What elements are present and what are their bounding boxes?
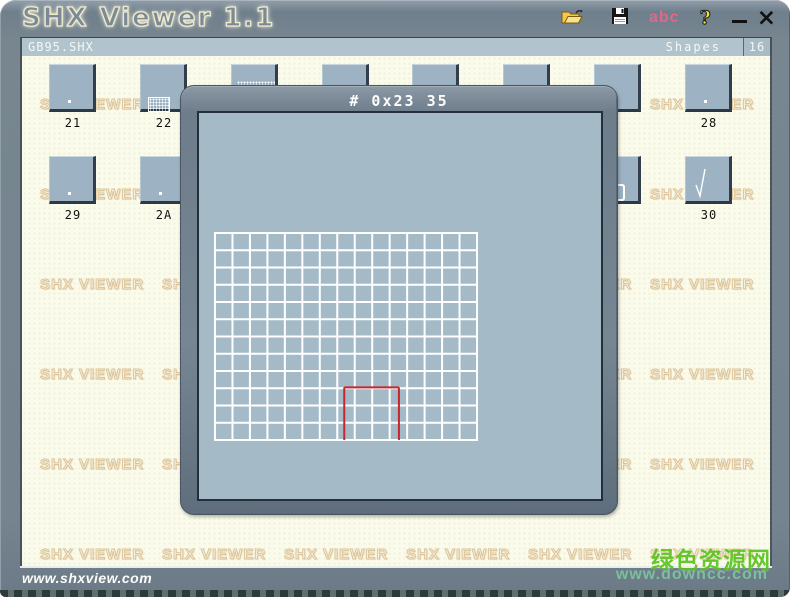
shape-glyph-dot [68,192,71,195]
background-watermark: SHX VIEWER [650,456,754,473]
shape-glyph-dot [159,192,162,195]
shape-code-label: 28 [685,116,733,130]
shape-thumbnail-box[interactable] [49,64,96,112]
info-bar: GB95.SHX Shapes 16 [20,37,772,56]
open-folder-icon [561,7,585,30]
help-button[interactable]: ? [700,7,711,29]
abc-label: abc [649,9,680,27]
minimize-button[interactable] [731,7,749,29]
shape-thumbnail-box[interactable] [49,156,96,204]
shape-code-label: 30 [685,208,733,222]
title-bar: SHX Viewer 1.1 [0,0,790,36]
question-mark-icon: ? [700,7,711,29]
save-floppy-icon [611,7,629,30]
background-watermark: SHX VIEWER [650,276,754,293]
shape-glyph-dot [68,100,71,103]
shape-code-label: 21 [49,116,97,130]
status-bar-url: www.shxview.com [22,570,152,586]
shape-view-dialog: # 0x23 35 [180,85,618,515]
save-button[interactable] [611,7,629,30]
background-watermark: SHX VIEWER [40,456,144,473]
shape-thumbnail[interactable]: 29 [49,156,97,222]
background-watermark: SHX VIEWER [406,546,510,563]
loaded-file-name: GB95.SHX [22,40,94,54]
close-button[interactable]: × [757,7,776,29]
shape-glyph-dots [148,97,170,112]
background-watermark: SHX VIEWER [528,546,632,563]
open-file-button[interactable] [561,7,585,30]
close-icon: × [757,7,776,29]
shape-view-dialog-title: # 0x23 35 [181,92,617,110]
background-watermark: SHX VIEWER [40,366,144,383]
shape-thumbnail[interactable]: 30 [685,156,733,222]
background-watermark: SHX VIEWER [40,276,144,293]
shape-thumbnail[interactable]: 28 [685,64,733,130]
background-watermark: SHX VIEWER [162,546,266,563]
shape-view-canvas [197,111,603,501]
minimize-icon [732,20,747,23]
background-watermark: SHX VIEWER [284,546,388,563]
shape-grid [214,232,478,441]
background-watermark: SHX VIEWER [650,366,754,383]
background-watermark: SHX VIEWER [40,546,144,563]
shape-glyph-strokes [686,157,730,201]
shapes-label: Shapes [666,40,721,54]
shape-thumbnail-box[interactable] [685,64,732,112]
app-title: SHX Viewer 1.1 [22,3,275,33]
shape-glyph-dot [704,100,707,103]
shapes-count: 16 [743,38,770,56]
shape-thumbnail-box[interactable] [685,156,732,204]
toolbar: abc ? × [561,0,776,36]
shape-thumbnail[interactable]: 21 [49,64,97,130]
site-watermark-url: www.downcc.com [616,566,768,584]
shape-code-label: 29 [49,208,97,222]
text-preview-button[interactable]: abc [649,9,680,27]
